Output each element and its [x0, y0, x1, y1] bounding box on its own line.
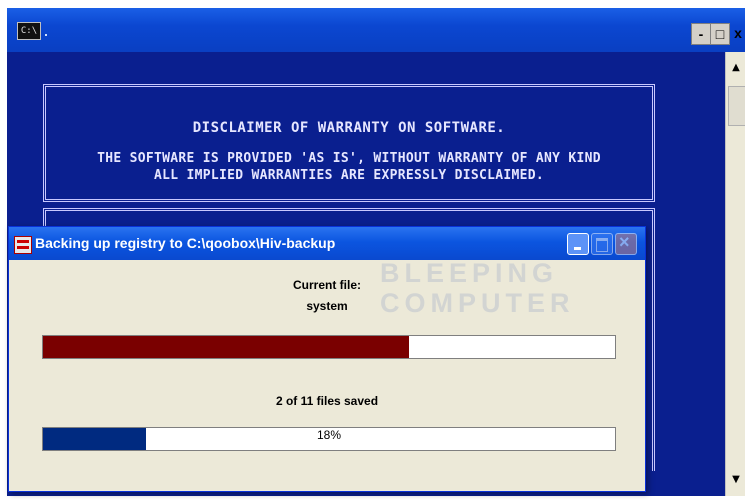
- file-progress-bar: [42, 335, 616, 359]
- disclaimer-frame: [43, 84, 655, 202]
- combofix-app-icon: [14, 236, 32, 254]
- console-scrollbar[interactable]: ▲ ▼: [725, 52, 745, 496]
- file-progress-fill: [43, 336, 410, 358]
- disclaimer-line-2: ALL IMPLIED WARRANTIES ARE EXPRESSLY DIS…: [153, 168, 545, 183]
- watermark-line-1: BLEEPING: [380, 258, 559, 288]
- bleeping-computer-watermark: BLEEPING COMPUTER: [380, 258, 575, 318]
- dialog-minimize-button[interactable]: [567, 233, 589, 255]
- dialog-title: Backing up registry to C:\qoobox\Hiv-bac…: [35, 235, 336, 251]
- scroll-up-arrow-icon[interactable]: ▲: [728, 60, 744, 76]
- overall-progress-bar: 18%: [42, 427, 616, 451]
- overall-progress-percent: 18%: [316, 428, 342, 442]
- console-minimize-button[interactable]: -: [691, 23, 711, 45]
- dialog-close-button: [615, 232, 637, 255]
- command-prompt-icon[interactable]: C:\: [17, 22, 41, 40]
- console-close-button[interactable]: x: [729, 23, 745, 43]
- title-text-dot: [45, 34, 47, 36]
- files-saved-status: 2 of 11 files saved: [275, 394, 379, 408]
- scroll-down-arrow-icon[interactable]: ▼: [728, 472, 744, 488]
- disclaimer-title: DISCLAIMER OF WARRANTY ON SOFTWARE.: [192, 120, 506, 136]
- disclaimer-line-1: THE SOFTWARE IS PROVIDED 'AS IS', WITHOU…: [97, 151, 601, 166]
- console-maximize-button[interactable]: □: [710, 23, 730, 45]
- watermark-line-2: COMPUTER: [380, 288, 575, 318]
- dialog-maximize-button: [591, 233, 613, 255]
- console-titlebar[interactable]: C:\ - □ x: [7, 8, 745, 52]
- dialog-titlebar[interactable]: Backing up registry to C:\qoobox\Hiv-bac…: [9, 227, 645, 260]
- scroll-thumb[interactable]: [728, 86, 745, 126]
